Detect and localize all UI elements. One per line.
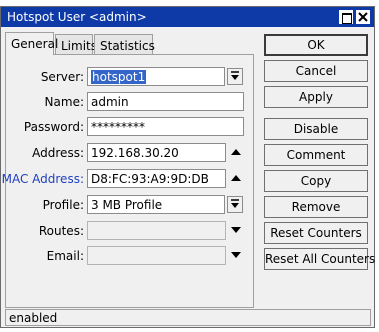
title-bar[interactable]: Hotspot User <admin> [1,7,374,27]
tab-general[interactable]: General [5,32,58,55]
routes-input[interactable] [87,221,226,240]
server-dropdown-button[interactable] [227,68,243,85]
email-label: Email: [46,249,84,263]
address-row: Address: 192.168.30.20 [6,143,255,163]
apply-button[interactable]: Apply [264,86,368,108]
address-input[interactable]: 192.168.30.20 [87,143,226,162]
comment-button[interactable]: Comment [264,144,368,166]
email-row: Email: [6,246,255,266]
mac-address-label[interactable]: MAC Address: [2,172,84,186]
down-arrow-icon[interactable] [230,225,242,235]
mac-address-input[interactable]: D8:FC:93:A9:9D:DB [87,169,226,188]
profile-dropdown-button[interactable] [227,196,243,213]
maximize-button[interactable] [339,10,353,24]
password-label: Password: [23,120,84,134]
name-input[interactable]: admin [87,92,244,111]
address-label: Address: [32,146,84,160]
profile-label: Profile: [42,198,84,212]
server-label: Server: [40,70,84,84]
server-row: Server: hotspot1 [6,67,255,87]
dropdown-arrow-icon [231,199,239,208]
maximize-icon [342,13,352,24]
reset-counters-button[interactable]: Reset Counters [264,222,368,244]
server-select[interactable]: hotspot1 [87,67,225,86]
window-title: Hotspot User <admin> [7,10,147,24]
disable-button[interactable]: Disable [264,118,368,140]
reset-all-counters-button[interactable]: Reset All Counters [264,248,375,270]
up-arrow-icon[interactable] [230,147,242,157]
ok-button[interactable]: OK [264,34,368,56]
tab-statistics[interactable]: Statistics [94,34,155,54]
name-row: Name: admin [6,92,255,112]
down-arrow-icon[interactable] [230,250,242,260]
general-tab-panel: Server: hotspot1 Name: admin Password: *… [2,54,255,308]
password-row: Password: ********* [6,117,255,137]
dropdown-arrow-icon [231,71,239,80]
server-value: hotspot1 [91,70,147,84]
mac-address-row: MAC Address: D8:FC:93:A9:9D:DB [2,169,255,189]
copy-button[interactable]: Copy [264,170,368,192]
profile-row: Profile: 3 MB Profile [6,195,255,215]
routes-row: Routes: [6,221,255,241]
remove-button[interactable]: Remove [264,196,368,218]
status-bar: enabled [5,309,371,326]
close-icon [358,12,368,22]
profile-select[interactable]: 3 MB Profile [87,195,225,214]
hotspot-user-dialog: Hotspot User <admin> General Limits Stat… [0,6,375,328]
name-label: Name: [44,95,84,109]
email-input[interactable] [87,246,226,265]
routes-label: Routes: [38,224,84,238]
up-arrow-icon[interactable] [230,173,242,183]
password-input[interactable]: ********* [87,117,244,136]
close-button[interactable] [356,10,370,24]
tab-limits[interactable]: Limits [55,34,97,54]
cancel-button[interactable]: Cancel [264,60,368,82]
